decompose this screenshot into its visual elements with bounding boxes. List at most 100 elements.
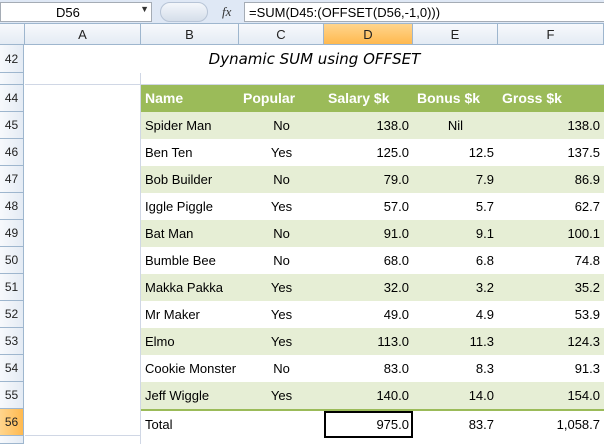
table-row: Bat Man No 91.0 9.1 100.1 [141, 220, 604, 247]
worksheet-grid[interactable]: Dynamic SUM using OFFSET Name Popular Sa… [25, 45, 604, 444]
cell-total-label[interactable]: Total [141, 411, 239, 438]
cell-bonus[interactable]: 6.8 [413, 247, 498, 274]
header-name[interactable]: Name [141, 85, 239, 112]
column-header-f[interactable]: F [498, 24, 604, 45]
cell-popular[interactable]: Yes [239, 193, 324, 220]
column-header-a[interactable]: A [25, 24, 141, 45]
chevron-down-icon[interactable]: ▼ [140, 4, 149, 14]
column-header-d[interactable]: D [324, 24, 413, 45]
cell-gross[interactable]: 154.0 [498, 382, 604, 409]
cell-salary[interactable]: 57.0 [324, 193, 413, 220]
cell-gross[interactable]: 74.8 [498, 247, 604, 274]
cell-popular[interactable]: No [239, 112, 324, 139]
table-row: Cookie Monster No 83.0 8.3 91.3 [141, 355, 604, 382]
column-header-e[interactable]: E [413, 24, 498, 45]
name-box-value: D56 [56, 5, 80, 20]
cell-gross[interactable]: 53.9 [498, 301, 604, 328]
cell-gross[interactable]: 124.3 [498, 328, 604, 355]
cell-bonus[interactable]: 5.7 [413, 193, 498, 220]
row-header-45[interactable]: 45 [0, 112, 24, 139]
cell-gross[interactable]: 91.3 [498, 355, 604, 382]
sheet-title[interactable]: Dynamic SUM using OFFSET [25, 45, 604, 73]
cell-name[interactable]: Mr Maker [141, 301, 239, 328]
cell-name[interactable]: Bob Builder [141, 166, 239, 193]
cell-bonus[interactable]: Nil [413, 112, 498, 139]
cell-name[interactable]: Jeff Wiggle [141, 382, 239, 409]
cell-gross[interactable]: 86.9 [498, 166, 604, 193]
cell-popular[interactable]: Yes [239, 139, 324, 166]
cell-salary[interactable]: 32.0 [324, 274, 413, 301]
cell-bonus[interactable]: 12.5 [413, 139, 498, 166]
cell-popular[interactable]: Yes [239, 274, 324, 301]
row-header-43[interactable] [0, 73, 24, 85]
column-header-c[interactable]: C [239, 24, 324, 45]
cell-salary[interactable]: 113.0 [324, 328, 413, 355]
cell-total-bonus[interactable]: 83.7 [413, 411, 498, 438]
cell-bonus[interactable]: 7.9 [413, 166, 498, 193]
row-header-50[interactable]: 50 [0, 247, 24, 274]
insert-function-icon[interactable]: fx [222, 4, 231, 20]
row-header-47[interactable]: 47 [0, 166, 24, 193]
table-row: Ben Ten Yes 125.0 12.5 137.5 [141, 139, 604, 166]
column-header-b[interactable]: B [141, 24, 239, 45]
cell-popular[interactable]: No [239, 355, 324, 382]
row-header-56[interactable]: 56 [0, 409, 24, 436]
select-all-corner[interactable] [0, 24, 25, 45]
cell-salary[interactable]: 140.0 [324, 382, 413, 409]
formula-controls: fx [158, 2, 238, 22]
cell-name[interactable]: Spider Man [141, 112, 239, 139]
cell-popular[interactable]: Yes [239, 328, 324, 355]
row-header-57[interactable] [0, 436, 24, 444]
cell-gross[interactable]: 62.7 [498, 193, 604, 220]
cell-name[interactable]: Bat Man [141, 220, 239, 247]
cell-gross[interactable]: 35.2 [498, 274, 604, 301]
table-row: Spider Man No 138.0 Nil 138.0 [141, 112, 604, 139]
name-box[interactable]: D56 ▼ [0, 2, 152, 22]
row-header-49[interactable]: 49 [0, 220, 24, 247]
cell-name[interactable]: Makka Pakka [141, 274, 239, 301]
cell-name[interactable]: Bumble Bee [141, 247, 239, 274]
formula-input[interactable]: =SUM(D45:(OFFSET(D56,-1,0))) [244, 2, 604, 22]
row-header-55[interactable]: 55 [0, 382, 24, 409]
cell-salary[interactable]: 49.0 [324, 301, 413, 328]
cell-bonus[interactable]: 9.1 [413, 220, 498, 247]
cell-popular[interactable]: No [239, 247, 324, 274]
row-header-52[interactable]: 52 [0, 301, 24, 328]
cell-total-popular[interactable] [239, 411, 324, 438]
cell-popular[interactable]: No [239, 166, 324, 193]
header-gross[interactable]: Gross $k [498, 85, 604, 112]
cell-salary[interactable]: 138.0 [324, 112, 413, 139]
row-header-42[interactable]: 42 [0, 45, 24, 73]
header-bonus[interactable]: Bonus $k [413, 85, 498, 112]
cell-gross[interactable]: 100.1 [498, 220, 604, 247]
cell-popular[interactable]: No [239, 220, 324, 247]
row-header-54[interactable]: 54 [0, 355, 24, 382]
header-salary[interactable]: Salary $k [324, 85, 413, 112]
cell-name[interactable]: Ben Ten [141, 139, 239, 166]
header-popular[interactable]: Popular [239, 85, 324, 112]
cell-gross[interactable]: 137.5 [498, 139, 604, 166]
cell-popular[interactable]: Yes [239, 301, 324, 328]
row-header-51[interactable]: 51 [0, 274, 24, 301]
cell-gross[interactable]: 138.0 [498, 112, 604, 139]
cell-name[interactable]: Cookie Monster [141, 355, 239, 382]
cell-bonus[interactable]: 11.3 [413, 328, 498, 355]
cell-salary[interactable]: 125.0 [324, 139, 413, 166]
cell-name[interactable]: Elmo [141, 328, 239, 355]
row-header-53[interactable]: 53 [0, 328, 24, 355]
cell-salary[interactable]: 68.0 [324, 247, 413, 274]
cell-salary[interactable]: 91.0 [324, 220, 413, 247]
row-header-48[interactable]: 48 [0, 193, 24, 220]
table-row: Elmo Yes 113.0 11.3 124.3 [141, 328, 604, 355]
cell-bonus[interactable]: 4.9 [413, 301, 498, 328]
cell-total-gross[interactable]: 1,058.7 [498, 411, 604, 438]
cell-bonus[interactable]: 8.3 [413, 355, 498, 382]
row-header-44[interactable]: 44 [0, 85, 24, 112]
cell-bonus[interactable]: 3.2 [413, 274, 498, 301]
cell-bonus[interactable]: 14.0 [413, 382, 498, 409]
cell-salary[interactable]: 83.0 [324, 355, 413, 382]
row-header-46[interactable]: 46 [0, 139, 24, 166]
cell-popular[interactable]: Yes [239, 382, 324, 409]
cell-name[interactable]: Iggle Piggle [141, 193, 239, 220]
cell-salary[interactable]: 79.0 [324, 166, 413, 193]
